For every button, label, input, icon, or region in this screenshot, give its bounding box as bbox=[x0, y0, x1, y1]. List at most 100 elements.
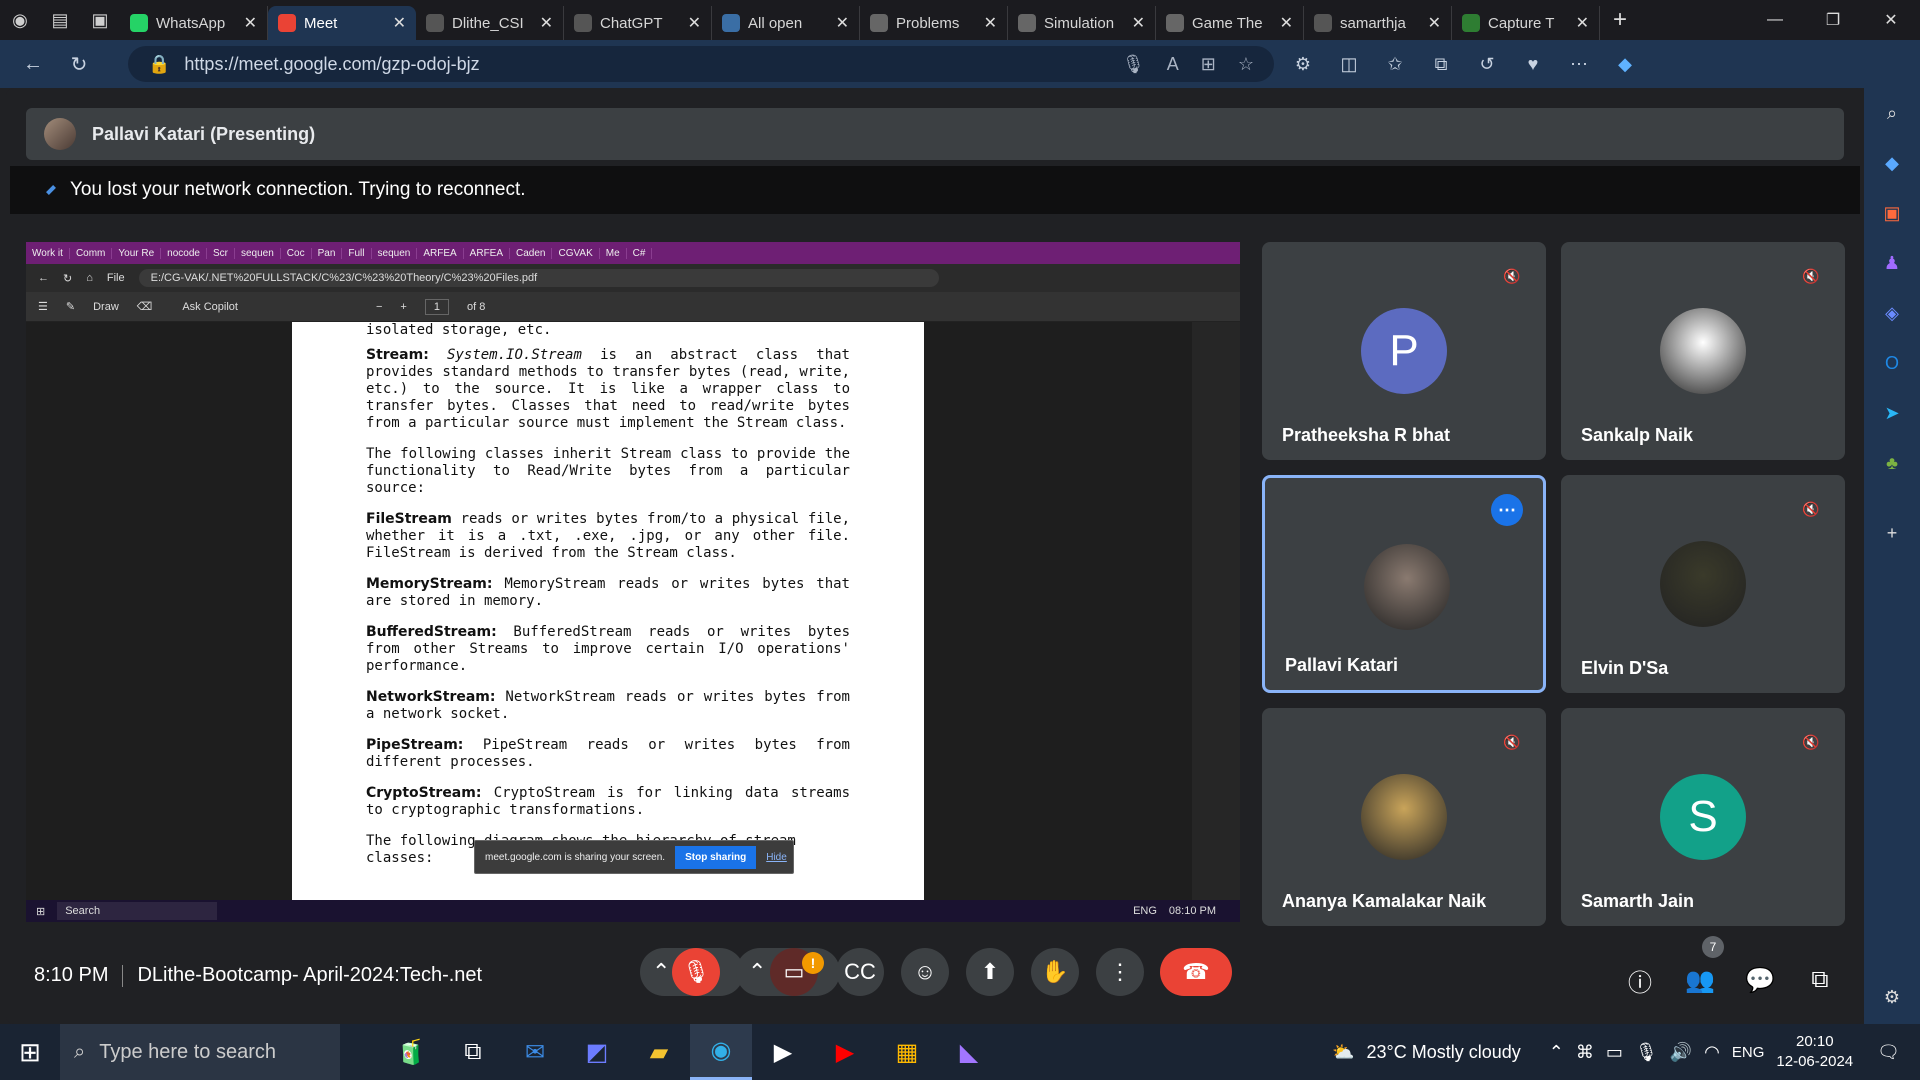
browser-tab[interactable]: Dlithe_CSI ✕ bbox=[416, 6, 564, 40]
youtube-icon[interactable]: ▶ bbox=[814, 1024, 876, 1080]
mic-icon[interactable]: 🎙 bbox=[1122, 54, 1145, 75]
sidebar-outlook-icon[interactable]: O bbox=[1877, 348, 1907, 378]
restore-icon[interactable]: ❐ bbox=[1804, 0, 1862, 40]
sidebar-settings-icon[interactable]: ⚙ bbox=[1877, 982, 1907, 1012]
workspaces-icon[interactable]: ▤ bbox=[40, 0, 80, 40]
captions-button[interactable]: CC bbox=[836, 948, 884, 996]
split-screen-icon[interactable]: ◫ bbox=[1326, 46, 1372, 82]
media-player-icon[interactable]: ▶ bbox=[752, 1024, 814, 1080]
close-tab-icon[interactable]: ✕ bbox=[984, 13, 997, 33]
tile-more-button[interactable]: ⋯ bbox=[1491, 494, 1523, 526]
shared-refresh-icon: ↻ bbox=[63, 272, 73, 285]
close-tab-icon[interactable]: ✕ bbox=[540, 13, 553, 33]
task-view-icon[interactable]: ⧉ bbox=[442, 1024, 504, 1080]
sidebar-copilot-icon[interactable]: ◈ bbox=[1877, 298, 1907, 328]
store-icon[interactable]: ▦ bbox=[876, 1024, 938, 1080]
weather-icon[interactable]: ⛅ bbox=[1332, 1042, 1354, 1063]
close-tab-icon[interactable]: ✕ bbox=[393, 13, 406, 33]
weather-text[interactable]: 23°C Mostly cloudy bbox=[1367, 1042, 1521, 1063]
close-tab-icon[interactable]: ✕ bbox=[1280, 13, 1293, 33]
history-icon[interactable]: ↺ bbox=[1464, 46, 1510, 82]
refresh-icon[interactable]: ↻ bbox=[56, 52, 102, 77]
taskbar-clock[interactable]: 20:10 12-06-2024 bbox=[1776, 1032, 1853, 1072]
tab-actions-icon[interactable]: ▣ bbox=[80, 0, 120, 40]
close-tab-icon[interactable]: ✕ bbox=[688, 13, 701, 33]
participant-tile[interactable]: 🔇 Sankalp Naik bbox=[1561, 242, 1845, 460]
close-tab-icon[interactable]: ✕ bbox=[244, 13, 257, 33]
sidebar-shopping-icon[interactable]: ◆ bbox=[1877, 148, 1907, 178]
chat-button[interactable]: 💬 bbox=[1740, 960, 1780, 1000]
leave-call-button[interactable]: ☎ bbox=[1160, 948, 1232, 996]
profile-icon[interactable]: ◉ bbox=[0, 0, 40, 40]
volume-icon[interactable]: 🔊 bbox=[1670, 1042, 1692, 1063]
visual-studio-icon[interactable]: ◣ bbox=[938, 1024, 1000, 1080]
reactions-button[interactable]: ☺ bbox=[901, 948, 949, 996]
app-icon[interactable]: ◩ bbox=[566, 1024, 628, 1080]
minimize-icon[interactable]: — bbox=[1746, 0, 1804, 40]
sidebar-add-icon[interactable]: + bbox=[1877, 518, 1907, 548]
participant-tile[interactable]: ⋯ Pallavi Katari bbox=[1262, 475, 1546, 693]
more-menu-icon[interactable]: ⋯ bbox=[1556, 46, 1602, 82]
wifi-icon[interactable]: ◠ bbox=[1704, 1042, 1720, 1063]
mail-icon[interactable]: ✉ bbox=[504, 1024, 566, 1080]
extensions-icon[interactable]: ⚙ bbox=[1280, 46, 1326, 82]
participant-tile[interactable]: 🔇 S Samarth Jain bbox=[1561, 708, 1845, 926]
browser-tab[interactable]: samarthja ✕ bbox=[1304, 6, 1452, 40]
sidebar-games-icon[interactable]: ♟ bbox=[1877, 248, 1907, 278]
browser-tab[interactable]: ChatGPT ✕ bbox=[564, 6, 712, 40]
network-icon[interactable]: ⌘ bbox=[1576, 1042, 1594, 1063]
new-tab-button[interactable]: + bbox=[1600, 6, 1640, 34]
collections-icon[interactable]: ⧉ bbox=[1418, 46, 1464, 82]
mic-off-icon: 🔇 bbox=[1802, 267, 1820, 284]
close-tab-icon[interactable]: ✕ bbox=[1576, 13, 1589, 33]
close-tab-icon[interactable]: ✕ bbox=[1132, 13, 1145, 33]
close-window-icon[interactable]: ✕ bbox=[1862, 0, 1920, 40]
close-tab-icon[interactable]: ✕ bbox=[1428, 13, 1441, 33]
sidebar-tree-icon[interactable]: ♣ bbox=[1877, 448, 1907, 478]
sidebar-telegram-icon[interactable]: ➤ bbox=[1877, 398, 1907, 428]
chat-icon: 💬 bbox=[1745, 966, 1775, 994]
taskbar-search[interactable]: ⌕ Type here to search bbox=[60, 1024, 340, 1080]
pdf-stream-body: is an abstract class that provides stand… bbox=[366, 347, 850, 431]
back-icon[interactable]: ← bbox=[10, 53, 56, 76]
favorite-star-icon[interactable]: ☆ bbox=[1238, 54, 1254, 75]
tray-chevron-icon[interactable]: ⌃ bbox=[1549, 1042, 1564, 1063]
taskbar-decor-icon[interactable]: 🧃 bbox=[380, 1024, 442, 1080]
close-tab-icon[interactable]: ✕ bbox=[836, 13, 849, 33]
url-field[interactable]: 🔒 https://meet.google.com/gzp-odoj-bjz 🎙… bbox=[128, 46, 1274, 82]
sidebar-tools-icon[interactable]: ▣ bbox=[1877, 198, 1907, 228]
raise-hand-button[interactable]: ✋ bbox=[1031, 948, 1079, 996]
performance-icon[interactable]: ♥ bbox=[1510, 46, 1556, 82]
copilot-icon[interactable]: ◆ bbox=[1602, 46, 1648, 82]
read-aloud-icon[interactable]: A bbox=[1167, 54, 1179, 75]
windows-start-icon[interactable]: ⊞ bbox=[0, 1037, 60, 1068]
file-explorer-icon[interactable]: ▰ bbox=[628, 1024, 690, 1080]
mic-tray-icon[interactable]: 🎙 bbox=[1635, 1042, 1658, 1063]
browser-tab[interactable]: All open ✕ bbox=[712, 6, 860, 40]
app-available-icon[interactable]: ⊞ bbox=[1201, 54, 1216, 75]
activities-button[interactable]: ⧉ bbox=[1800, 960, 1840, 1000]
meeting-details-button[interactable]: ⓘ bbox=[1620, 960, 1660, 1000]
browser-tab-title: ChatGPT bbox=[600, 14, 663, 32]
notifications-icon[interactable]: 🗨 bbox=[1877, 1042, 1900, 1063]
favorites-icon[interactable]: ✩ bbox=[1372, 46, 1418, 82]
browser-tab[interactable]: Problems ✕ bbox=[860, 6, 1008, 40]
meeting-title: DLithe-Bootcamp- April-2024:Tech-.net bbox=[137, 964, 483, 986]
browser-tab[interactable]: Meet ✕ bbox=[268, 6, 416, 40]
browser-tab[interactable]: Game The ✕ bbox=[1156, 6, 1304, 40]
browser-tab[interactable]: WhatsApp ✕ bbox=[120, 6, 268, 40]
language-indicator[interactable]: ENG bbox=[1732, 1044, 1765, 1061]
battery-icon[interactable]: ▭ bbox=[1606, 1042, 1623, 1063]
participant-tile[interactable]: 🔇 Elvin D'Sa bbox=[1561, 475, 1845, 693]
browser-tab[interactable]: Simulation ✕ bbox=[1008, 6, 1156, 40]
mic-toggle-button[interactable]: 🎙 bbox=[672, 948, 720, 996]
participant-tile[interactable]: 🔇 P Pratheeksha R bhat bbox=[1262, 242, 1546, 460]
sidebar-search-icon[interactable]: ⌕ bbox=[1877, 98, 1907, 128]
present-button[interactable]: ⬆ bbox=[966, 948, 1014, 996]
more-options-button[interactable]: ⋮ bbox=[1096, 948, 1144, 996]
browser-tab[interactable]: Capture T ✕ bbox=[1452, 6, 1600, 40]
people-button[interactable]: 👥 bbox=[1680, 960, 1720, 1000]
edge-icon[interactable]: ◉ bbox=[690, 1024, 752, 1080]
participant-tile[interactable]: 🔇 Ananya Kamalakar Naik bbox=[1262, 708, 1546, 926]
participant-avatar: P bbox=[1361, 308, 1447, 394]
